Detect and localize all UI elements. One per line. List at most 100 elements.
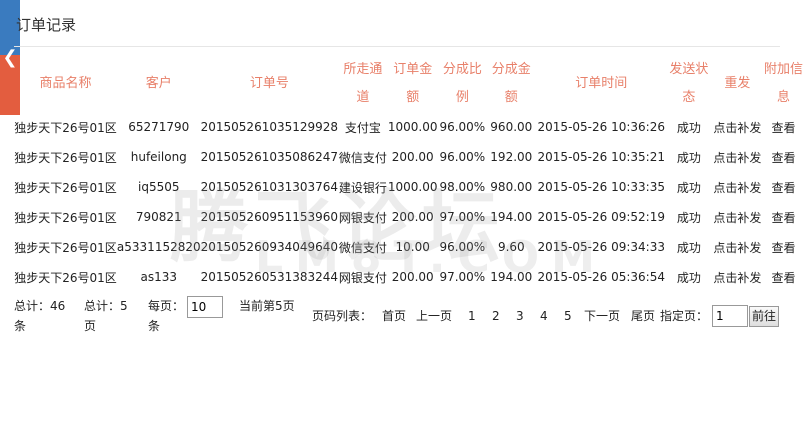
resend-link[interactable]: 点击补发 [711,262,764,292]
cell-customer: 790821 [135,210,182,224]
resend-link[interactable]: 点击补发 [711,172,764,202]
col-header-extra: 附加信息 [763,62,803,105]
resend-link[interactable]: 点击补发 [711,232,764,262]
col-header-ratio: 分成比例 [442,62,482,105]
cell-order-no: 201505261035086247 [200,150,339,164]
cell-share: 960.00 [490,120,533,134]
table-row: 独步天下26号01区 790821 201505260951153960 网银支… [14,202,803,232]
cell-share: 9.60 [497,240,525,254]
col-header-channel: 所走通道 [343,62,383,105]
cell-order-no: 201505260531383244 [200,270,339,284]
cell-amount: 200.00 [391,270,434,284]
cell-ratio: 96.00% [439,150,486,164]
cell-time: 2015-05-26 05:36:54 [537,270,665,284]
page-link-5[interactable]: 5 [564,306,572,326]
cell-status: 成功 [676,150,701,165]
cell-amount: 10.00 [395,240,430,254]
total-records: 总计：46条 [14,299,66,333]
cell-status: 成功 [676,210,701,225]
pagination-bar: 总计：46条 总计：5页 每页： 条 当前第5页 页码列表： 首页 上一页 1 … [14,296,794,336]
cell-product: 独步天下26号01区 [14,180,117,195]
col-header-resend: 重发 [724,76,751,91]
cell-channel: 网银支付 [338,210,387,225]
table-row: 独步天下26号01区 a5331152820 20150526093404964… [14,232,803,262]
resend-link[interactable]: 点击补发 [711,142,764,172]
cell-amount: 200.00 [391,210,434,224]
col-header-status: 发送状态 [669,62,709,105]
cell-status: 成功 [676,240,701,255]
view-link[interactable]: 查看 [764,232,803,262]
cell-order-no: 201505260934049640 [200,240,339,254]
cell-time: 2015-05-26 10:35:21 [537,150,665,164]
cell-share: 194.00 [490,270,533,284]
prev-page-link[interactable]: 上一页 [416,306,452,326]
page-link-1[interactable]: 1 [468,306,476,326]
orders-table: 商品名称 客户 订单号 所走通道 订单金额 分成比例 分成金额 订单时间 发送状… [14,56,803,292]
last-page-link[interactable]: 尾页 [631,306,655,326]
cell-product: 独步天下26号01区 [14,120,117,135]
cell-order-no: 201505261035129928 [200,120,339,134]
col-header-customer: 客户 [145,76,172,91]
current-page: 当前第5页 [239,299,295,313]
cell-time: 2015-05-26 10:36:26 [537,120,665,134]
first-page-link[interactable]: 首页 [382,306,406,326]
title-divider [14,46,780,47]
page-list-label: 页码列表： [312,309,373,323]
cell-channel: 网银支付 [338,270,387,285]
table-header-row: 商品名称 客户 订单号 所走通道 订单金额 分成比例 分成金额 订单时间 发送状… [14,56,803,112]
view-link[interactable]: 查看 [764,112,803,142]
view-link[interactable]: 查看 [764,142,803,172]
cell-order-no: 201505261031303764 [200,180,339,194]
cell-share: 192.00 [490,150,533,164]
goto-button[interactable]: 前往 [749,306,779,327]
cell-order-no: 201505260951153960 [200,210,339,224]
cell-channel: 微信支付 [338,240,387,255]
col-header-amount: 订单金额 [393,62,433,105]
cell-ratio: 96.00% [439,240,486,254]
cell-product: 独步天下26号01区 [14,150,117,165]
table-row: 独步天下26号01区 65271790 201505261035129928 支… [14,112,803,142]
cell-customer: a5331152820 [116,240,201,254]
col-header-order-no: 订单号 [249,76,289,91]
resend-link[interactable]: 点击补发 [711,112,764,142]
page-link-4[interactable]: 4 [540,306,548,326]
table-row: 独步天下26号01区 iq5505 201505261031303764 建设银… [14,172,803,202]
col-header-product: 商品名称 [39,76,92,91]
cell-share: 980.00 [490,180,533,194]
per-page-unit: 条 [148,319,161,333]
cell-ratio: 97.00% [439,270,486,284]
cell-customer: as133 [140,270,178,284]
view-link[interactable]: 查看 [764,172,803,202]
view-link[interactable]: 查看 [764,262,803,292]
goto-label: 指定页： [660,309,709,323]
cell-channel: 支付宝 [344,120,381,135]
cell-ratio: 97.00% [439,210,486,224]
cell-channel: 建设银行 [338,180,387,195]
cell-customer: iq5505 [138,180,180,194]
per-page-label: 每页： [148,299,185,313]
cell-ratio: 98.00% [439,180,486,194]
cell-customer: hufeilong [130,150,187,164]
cell-amount: 1000.00 [387,120,438,134]
table-row: 独步天下26号01区 as133 201505260531383244 网银支付… [14,262,803,292]
col-header-time: 订单时间 [575,76,628,91]
cell-product: 独步天下26号01区 [14,240,117,255]
page-link-2[interactable]: 2 [492,306,500,326]
per-page-input[interactable] [187,296,223,318]
cell-amount: 200.00 [391,150,434,164]
next-page-link[interactable]: 下一页 [584,306,620,326]
resend-link[interactable]: 点击补发 [711,202,764,232]
cell-product: 独步天下26号01区 [14,270,117,285]
cell-status: 成功 [676,270,701,285]
cell-time: 2015-05-26 10:33:35 [537,180,665,194]
cell-amount: 1000.00 [387,180,438,194]
cell-status: 成功 [676,120,701,135]
cell-time: 2015-05-26 09:52:19 [537,210,665,224]
col-header-share: 分成金额 [491,62,531,105]
page-link-3[interactable]: 3 [516,306,524,326]
cell-time: 2015-05-26 09:34:33 [537,240,665,254]
goto-page-input[interactable] [712,305,748,327]
total-pages: 总计：5页 [84,299,128,333]
view-link[interactable]: 查看 [764,202,803,232]
table-row: 独步天下26号01区 hufeilong 201505261035086247 … [14,142,803,172]
